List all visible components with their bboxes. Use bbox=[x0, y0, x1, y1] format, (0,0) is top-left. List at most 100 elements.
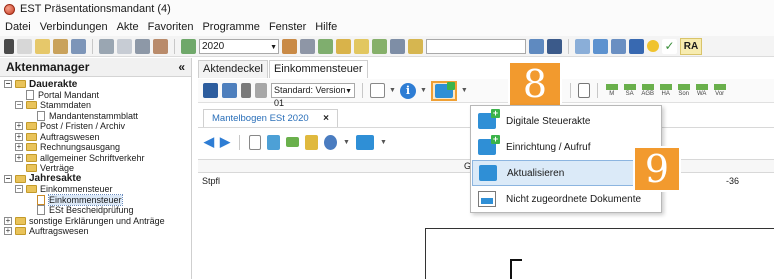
notes-icon[interactable] bbox=[611, 38, 626, 54]
pen-icon[interactable] bbox=[282, 38, 297, 54]
menu-item-digitale-steuerakte[interactable]: Digitale Steuerakte bbox=[472, 108, 660, 134]
tree-node-portal-mandant[interactable]: Portal Mandant bbox=[0, 89, 191, 101]
mini-button-vor[interactable]: Vor bbox=[713, 84, 727, 97]
tree-node-einkommensteuer[interactable]: Einkommensteuer bbox=[0, 193, 191, 206]
compare-icon[interactable] bbox=[370, 83, 385, 98]
year-select[interactable]: 2020 ▼ bbox=[199, 38, 279, 54]
expand-icon[interactable]: + bbox=[4, 216, 12, 225]
menu-hilfe[interactable]: Hilfe bbox=[315, 21, 337, 33]
print-icon[interactable] bbox=[99, 38, 114, 54]
shield-icon[interactable] bbox=[390, 38, 405, 54]
chevron-down-icon[interactable]: ▼ bbox=[343, 139, 350, 146]
mini-button-m[interactable]: M bbox=[605, 84, 619, 97]
user-settings-icon[interactable] bbox=[324, 134, 337, 150]
collapse-icon[interactable]: − bbox=[15, 185, 23, 194]
menu-item-einrichtung[interactable]: Einrichtung / Aufruf bbox=[472, 134, 660, 160]
tree-node-schriftverkehr[interactable]: + allgemeiner Schriftverkehr bbox=[0, 153, 191, 164]
save-as-icon[interactable] bbox=[222, 83, 237, 98]
info-icon[interactable]: i bbox=[399, 82, 416, 99]
calculator-icon[interactable] bbox=[300, 38, 315, 54]
tree-node-dauerakte[interactable]: − Dauerakte bbox=[0, 79, 191, 90]
tree-icon[interactable] bbox=[71, 38, 86, 54]
tree-node-jahresakte[interactable]: − Jahresakte bbox=[0, 173, 191, 184]
calendar-icon[interactable] bbox=[181, 38, 196, 54]
row-value[interactable]: -36 bbox=[726, 176, 739, 186]
tree-node-einkommensteuer-folder[interactable]: − Einkommensteuer bbox=[0, 184, 191, 195]
document-icon[interactable] bbox=[593, 38, 608, 54]
refresh-icon[interactable] bbox=[575, 38, 590, 54]
ra-button[interactable]: RA bbox=[680, 37, 702, 55]
mini-button-son[interactable]: Son bbox=[677, 84, 691, 97]
stamp-icon[interactable] bbox=[135, 38, 150, 54]
collapse-icon[interactable]: − bbox=[4, 80, 12, 89]
lock-icon[interactable] bbox=[408, 38, 423, 54]
mini-button-agb[interactable]: AGB bbox=[641, 84, 655, 97]
copy-icon[interactable] bbox=[255, 83, 267, 98]
tools-icon[interactable] bbox=[153, 38, 168, 54]
forms-icon[interactable] bbox=[267, 134, 280, 150]
flag-icon[interactable] bbox=[547, 38, 562, 54]
close-icon[interactable]: × bbox=[323, 113, 329, 124]
collapse-panel-button[interactable]: « bbox=[178, 60, 185, 74]
collapse-icon[interactable]: − bbox=[15, 101, 23, 110]
checkmark-icon[interactable]: ✓ bbox=[662, 38, 677, 54]
tab-aktendeckel[interactable]: Aktendeckel bbox=[198, 60, 268, 78]
tree-node-sonstige-erklaerungen[interactable]: + sonstige Erklärungen und Anträge bbox=[0, 216, 191, 227]
tab-mantelbogen[interactable]: Mantelbogen ESt 2020 × bbox=[203, 109, 338, 127]
save-icon[interactable] bbox=[203, 83, 218, 98]
expand-icon[interactable]: + bbox=[15, 122, 23, 131]
globe-icon[interactable] bbox=[529, 38, 544, 54]
chevron-down-icon[interactable]: ▼ bbox=[380, 139, 387, 146]
mini-button-ha[interactable]: HA bbox=[659, 84, 673, 97]
expand-icon[interactable]: + bbox=[4, 227, 12, 236]
people-icon[interactable] bbox=[53, 38, 68, 54]
tree-node-stammdaten[interactable]: − Stammdaten bbox=[0, 100, 191, 111]
menu-verbindungen[interactable]: Verbindungen bbox=[40, 21, 108, 33]
bookmark-icon[interactable] bbox=[4, 38, 14, 54]
menu-favoriten[interactable]: Favoriten bbox=[148, 21, 194, 33]
expand-icon[interactable]: + bbox=[15, 153, 23, 162]
collapse-icon[interactable]: − bbox=[4, 174, 12, 183]
save-icon[interactable] bbox=[629, 38, 644, 54]
folder-search-icon[interactable] bbox=[336, 38, 351, 54]
list-icon[interactable] bbox=[17, 38, 32, 54]
check-list-icon[interactable] bbox=[318, 38, 333, 54]
status-dot-icon[interactable] bbox=[647, 40, 659, 52]
chevron-down-icon[interactable]: ▼ bbox=[420, 87, 427, 94]
menu-fenster[interactable]: Fenster bbox=[269, 21, 306, 33]
tab-einkommensteuer[interactable]: Einkommensteuer bbox=[268, 60, 368, 78]
chevron-down-icon[interactable]: ▼ bbox=[461, 87, 468, 94]
expand-icon[interactable]: + bbox=[15, 132, 23, 141]
menu-datei[interactable]: Datei bbox=[5, 21, 31, 33]
arrow-right-icon[interactable]: ▶ bbox=[220, 134, 230, 150]
tree-node-auftragswesen-2[interactable]: + Auftragswesen bbox=[0, 226, 191, 237]
tree-node-mandantenstammblatt[interactable]: Mandantenstammblatt bbox=[0, 110, 191, 122]
tree-node-est-bescheidpruefung[interactable]: ESt Bescheidprüfung bbox=[0, 205, 191, 216]
menu-item-nicht-zugeordnet[interactable]: Nicht zugeordnete Dokumente bbox=[472, 186, 660, 212]
menu-item-aktualisieren[interactable]: Aktualisieren bbox=[472, 160, 660, 186]
expand-icon[interactable]: + bbox=[15, 143, 23, 152]
version-select[interactable]: Standard: Version 01 ▼ bbox=[271, 83, 355, 108]
dsa-icon[interactable] bbox=[355, 134, 374, 150]
tree-node-post-fristen[interactable]: + Post / Fristen / Archiv bbox=[0, 121, 191, 132]
folder-star-icon[interactable] bbox=[354, 38, 369, 54]
chart-icon[interactable] bbox=[305, 134, 318, 150]
form-icon[interactable] bbox=[249, 134, 261, 150]
mini-button-sa[interactable]: SA bbox=[623, 84, 637, 97]
tree-node-vertraege[interactable]: Verträge bbox=[0, 163, 191, 174]
digitale-steuerakte-button[interactable] bbox=[430, 80, 457, 101]
tree-node-rechnungsausgang[interactable]: + Rechnungsausgang bbox=[0, 142, 191, 153]
tree-node-auftragswesen[interactable]: + Auftragswesen bbox=[0, 132, 191, 143]
search-input[interactable] bbox=[426, 38, 526, 54]
folder-open-icon[interactable] bbox=[35, 38, 50, 54]
menu-akte[interactable]: Akte bbox=[117, 21, 139, 33]
preview-icon[interactable] bbox=[117, 38, 132, 54]
menu-programme[interactable]: Programme bbox=[202, 21, 259, 33]
sync-icon[interactable] bbox=[372, 38, 387, 54]
delete-icon[interactable] bbox=[241, 83, 251, 98]
clipboard-icon[interactable] bbox=[577, 83, 590, 98]
arrow-left-icon[interactable]: ◀ bbox=[204, 134, 214, 150]
chevron-down-icon[interactable]: ▼ bbox=[389, 87, 396, 94]
transfer-icon[interactable] bbox=[286, 137, 299, 147]
mini-button-wa[interactable]: WA bbox=[695, 84, 709, 97]
